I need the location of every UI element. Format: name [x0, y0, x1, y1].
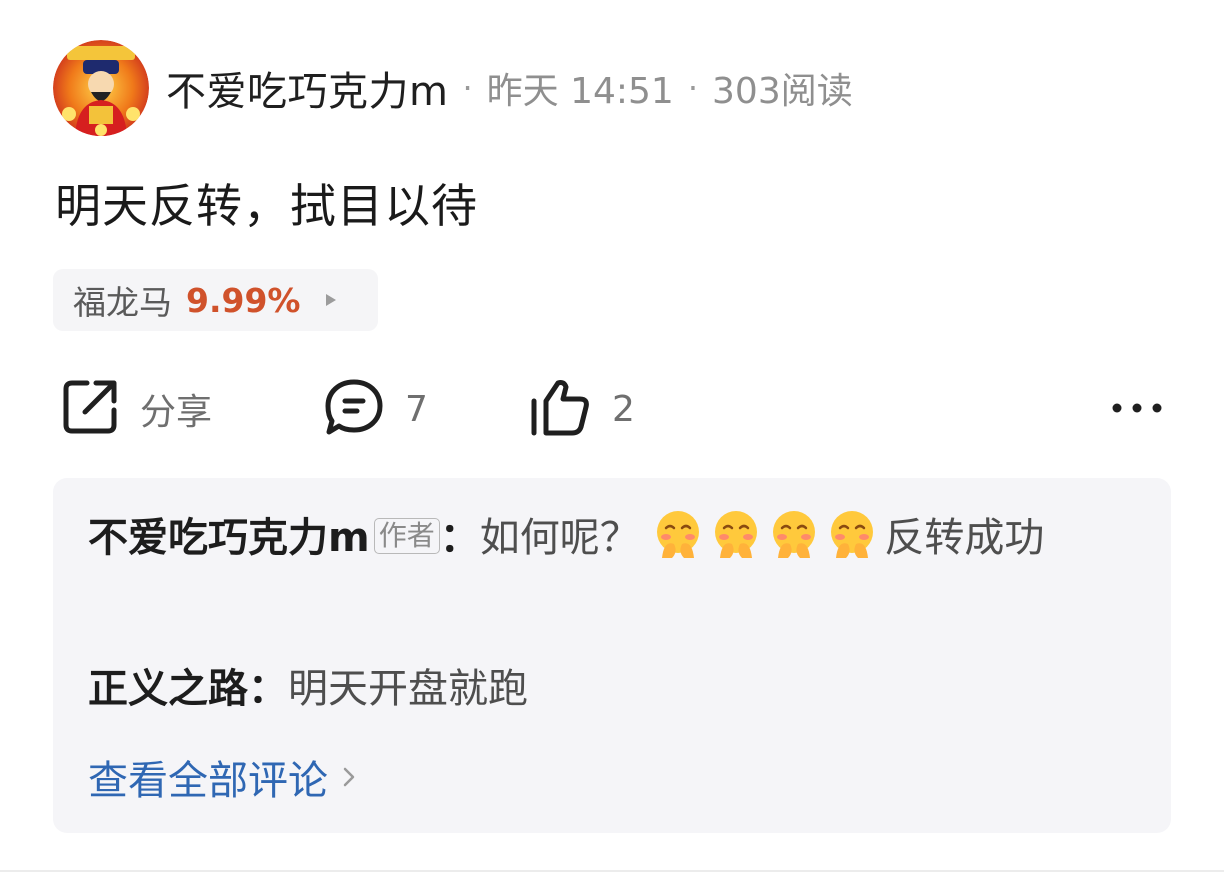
- shy-face-emoji-icon: [831, 511, 874, 558]
- avatar-image: [53, 40, 149, 136]
- author-badge: 作者: [373, 518, 440, 554]
- comment-author[interactable]: 正义之路: [88, 666, 248, 712]
- stock-chip[interactable]: 福龙马 9.99%: [53, 269, 378, 331]
- stock-change: 9.99%: [186, 280, 301, 320]
- author-name[interactable]: 不爱吃巧克力m: [166, 59, 448, 117]
- shy-face-emoji-icon: [773, 511, 816, 558]
- share-button[interactable]: 分享: [60, 378, 212, 440]
- post-content: 明天反转，拭目以待: [55, 179, 478, 233]
- post-header: 不爱吃巧克力m · 昨天 14:51 · 303阅读: [53, 40, 853, 136]
- comment-icon: [323, 377, 385, 441]
- comment-text: 反转成功: [884, 515, 1045, 561]
- comment-author[interactable]: 不爱吃巧克力m: [88, 515, 370, 561]
- view-all-label: 查看全部评论: [88, 758, 328, 804]
- emoji-group: [640, 511, 885, 561]
- comment-button[interactable]: 7: [323, 378, 428, 440]
- comment-count: 7: [405, 388, 428, 430]
- post-time: 昨天 14:51: [486, 71, 674, 112]
- share-icon: [60, 377, 120, 441]
- avatar[interactable]: [53, 40, 149, 136]
- more-options-button[interactable]: [1110, 398, 1164, 418]
- like-button[interactable]: 2: [530, 378, 635, 440]
- shy-face-emoji-icon: [715, 511, 758, 558]
- meta-separator: ·: [687, 69, 699, 107]
- like-count: 2: [612, 388, 635, 430]
- share-label: 分享: [140, 392, 213, 433]
- comment-colon: ：: [248, 666, 288, 712]
- more-dots-icon: [1112, 403, 1162, 413]
- comment-text: 明天开盘就跑: [288, 666, 528, 712]
- comments-preview: 不爱吃巧克力m 作者 ：如何呢？ 反转成功 正义之路：明天开盘就跑 查看全部评论: [53, 478, 1171, 833]
- action-bar: 分享 7 2: [0, 378, 1224, 440]
- comment-text: 如何呢？: [479, 515, 640, 561]
- comment-item[interactable]: 不爱吃巧克力m 作者 ：如何呢？ 反转成功: [88, 508, 1128, 567]
- comment-item[interactable]: 正义之路：明天开盘就跑: [88, 660, 1128, 718]
- chevron-right-icon: [343, 767, 355, 787]
- shy-face-emoji-icon: [657, 511, 700, 558]
- divider: [0, 870, 1224, 872]
- view-all-comments-link[interactable]: 查看全部评论: [88, 748, 356, 806]
- stock-name: 福龙马: [73, 283, 172, 322]
- read-count: 303阅读: [712, 71, 853, 112]
- post-card: 不爱吃巧克力m · 昨天 14:51 · 303阅读 明天反转，拭目以待 福龙马…: [0, 0, 1224, 883]
- play-arrow-icon: [325, 293, 337, 307]
- comment-colon: ：: [439, 515, 480, 561]
- meta-separator: ·: [462, 69, 473, 107]
- thumbs-up-icon: [530, 377, 592, 441]
